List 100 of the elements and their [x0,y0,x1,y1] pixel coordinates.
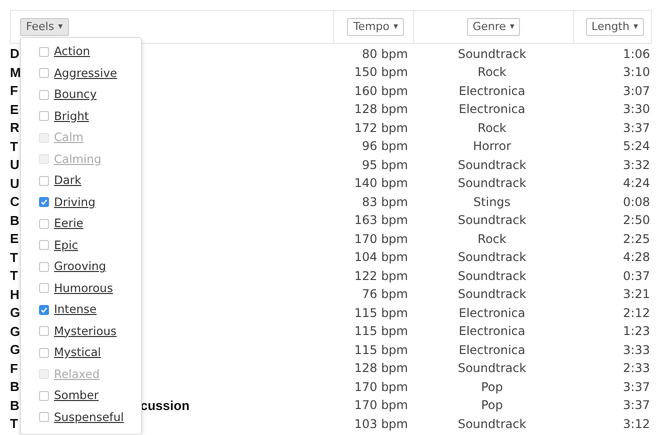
tempo-cell-text: 128 bpm [353,101,409,118]
length-cell-text: 2:25 [622,230,651,248]
length-cell-text: 2:12 [622,304,651,322]
track-title: B [10,396,20,414]
tempo-cell-text: 104 bpm [353,249,409,266]
tempo-cell-text: 115 bpm [353,342,409,359]
genre-cell-text: Electronica [458,342,526,359]
length-cell-text: 0:08 [622,194,651,211]
feel-option-link[interactable]: Suspenseful [54,408,124,426]
track-title: T [10,267,18,285]
feel-option-link[interactable]: Action [54,43,90,60]
length-cell-text: 4:28 [622,249,651,266]
tempo-cell-text: 170 bpm [353,397,409,414]
feel-option-link[interactable]: Eerie [54,215,84,232]
feel-option-link[interactable]: Dark [54,172,82,190]
tempo-cell-text: 83 bpm [360,194,409,211]
genre-cell-text: Soundtrack [456,416,528,433]
feel-option-link: Calm [54,129,84,146]
tempo-cell-text: 76 bpm [360,286,409,304]
genre-cell-text: Soundtrack [456,156,528,174]
feel-option-link[interactable]: Mystical [54,344,101,362]
tempo-cell-text: 163 bpm [353,212,409,230]
tempo-cell-text: 122 bpm [353,268,409,285]
feel-option-link[interactable]: Somber [54,387,99,404]
tempo-cell-text: 103 bpm [353,416,409,433]
track-title: E [10,230,19,248]
feel-option-link[interactable]: Driving [54,194,96,211]
track-title: H [10,286,20,304]
feel-option-link[interactable]: Aggressive [54,64,118,82]
length-cell-text: 3:21 [622,286,651,304]
feel-option-link[interactable]: Epic [54,236,78,254]
length-cell-text: 3:37 [622,120,651,137]
track-title: B [10,212,20,230]
filter-button[interactable]: Genre ▾ [466,18,520,36]
checkbox[interactable] [39,197,49,208]
genre-cell-text: Electronica [458,304,526,322]
genre-cell-text: Pop [480,378,504,396]
checkbox[interactable] [39,218,49,229]
track-title: U [10,156,20,174]
filter-button[interactable]: Tempo ▾ [347,18,404,36]
checkbox[interactable] [39,283,49,294]
length-cell-text: 4:24 [622,175,651,192]
feel-option-link[interactable]: Intense [54,301,97,318]
checkbox[interactable] [39,412,49,422]
tempo-cell-text: 140 bpm [353,175,409,192]
tempo-cell-text: 96 bpm [360,138,409,156]
length-cell-text: 1:06 [622,46,651,63]
track-title: F [10,82,18,100]
filter-button[interactable]: Length ▾ [586,18,644,36]
length-cell-text: 3:30 [622,101,651,118]
track-title: T [10,415,18,433]
length-cell-text: 2:33 [622,360,651,378]
length-cell-text: 0:37 [622,268,651,285]
genre-cell-text: Soundtrack [456,268,528,285]
tempo-cell-text: 160 bpm [353,82,409,100]
feel-option-link[interactable]: Humorous [54,280,113,297]
filter-button[interactable]: Feels ▾ [20,18,69,36]
genre-cell-text: Horror [472,138,512,156]
feel-option-link: Relaxed [54,366,100,383]
feel-option-link[interactable]: Bright [54,108,89,125]
checkbox[interactable] [39,240,49,250]
checkbox[interactable] [39,68,49,78]
feel-option-link[interactable]: Bouncy [54,86,97,104]
genre-cell-text: Pop [480,397,504,414]
track-title: M [10,64,21,82]
tempo-cell-text: 172 bpm [353,120,409,137]
track-title: cussion [140,396,190,414]
length-cell-text: 5:24 [622,138,651,156]
feel-option-link[interactable]: Grooving [54,258,106,276]
track-title: G [10,304,20,322]
checkbox[interactable] [39,262,49,272]
genre-cell-text: Soundtrack [456,249,528,266]
length-cell-text: 3:10 [622,64,651,82]
checkbox[interactable] [39,348,49,358]
genre-cell-text: Electronica [458,323,526,340]
track-title: E [10,100,19,118]
feel-option-link[interactable]: Mysterious [54,322,117,340]
tempo-cell-text: 115 bpm [353,323,409,340]
checkbox[interactable] [39,304,49,315]
genre-cell-text: Electronica [458,101,526,118]
length-cell-text: 3:37 [622,397,651,414]
tempo-cell-text: 170 bpm [353,230,409,248]
track-title: F [10,360,18,378]
length-cell-text: 3:12 [622,416,651,433]
checkbox[interactable] [39,326,49,336]
genre-cell-text: Rock [476,230,508,248]
track-title: G [10,322,20,340]
length-cell-text: 3:33 [622,342,651,359]
checkbox[interactable] [39,390,49,401]
genre-cell-text: Stings [472,194,512,211]
checkbox[interactable] [39,111,49,122]
checkbox[interactable] [39,46,49,57]
track-title: C [10,193,20,211]
tempo-cell-text: 150 bpm [353,64,409,82]
genre-cell-text: Soundtrack [456,175,528,192]
genre-cell-text: Soundtrack [456,286,528,304]
checkbox[interactable] [39,90,49,100]
track-title: B [10,378,20,396]
checkbox[interactable] [39,176,49,186]
track-title: T [10,248,18,266]
